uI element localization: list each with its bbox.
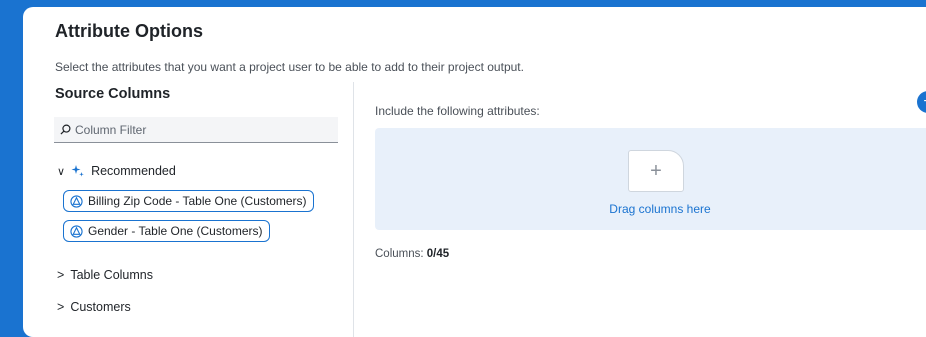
chevron-right-icon[interactable]: >: [57, 300, 64, 314]
chip-label: Billing Zip Code - Table One (Customers): [88, 194, 307, 208]
drop-zone[interactable]: + Drag columns here: [375, 128, 926, 230]
attribute-icon: [70, 224, 83, 238]
chevron-down-icon[interactable]: ∨: [57, 165, 65, 178]
search-icon: [60, 124, 71, 135]
chevron-right-icon[interactable]: >: [57, 268, 64, 282]
tree-node-customers[interactable]: > Customers: [57, 300, 131, 314]
attribute-icon: [70, 194, 83, 208]
tree-node-customers-label: Customers: [70, 300, 131, 314]
plus-icon: +: [628, 150, 684, 192]
recommended-column-chip[interactable]: Billing Zip Code - Table One (Customers): [63, 190, 314, 212]
columns-count: Columns: 0/45: [375, 248, 449, 260]
include-attributes-label: Include the following attributes:: [375, 104, 540, 118]
drop-zone-text: Drag columns here: [609, 202, 711, 216]
add-attribute-button[interactable]: +: [917, 91, 926, 113]
chip-label: Gender - Table One (Customers): [88, 224, 263, 238]
column-filter-input[interactable]: Column Filter: [54, 117, 338, 143]
recommended-column-chip[interactable]: Gender - Table One (Customers): [63, 220, 270, 242]
source-columns-title: Source Columns: [55, 86, 171, 102]
column-filter-placeholder: Column Filter: [75, 122, 147, 137]
tree-node-table-columns[interactable]: > Table Columns: [57, 268, 153, 282]
columns-count-label: Columns:: [375, 248, 424, 260]
columns-count-value: 0/45: [426, 248, 450, 260]
sparkle-icon: [71, 165, 84, 177]
page-title: Attribute Options: [55, 21, 203, 41]
page-subtitle: Select the attributes that you want a pr…: [55, 60, 524, 74]
tree-node-recommended[interactable]: ∨ Recommended: [57, 164, 176, 178]
tree-node-table-columns-label: Table Columns: [70, 268, 153, 282]
tree-node-recommended-label: Recommended: [91, 164, 176, 178]
column-divider: [353, 82, 354, 337]
attribute-options-panel: Attribute Options Select the attributes …: [23, 7, 926, 337]
